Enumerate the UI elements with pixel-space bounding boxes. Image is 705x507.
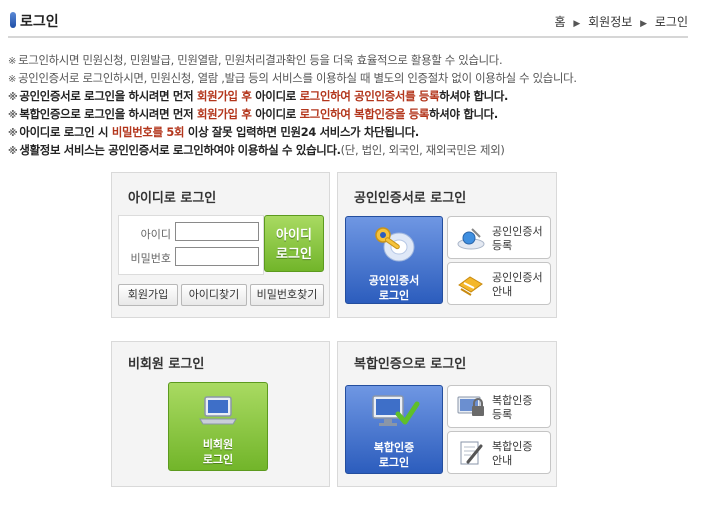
- notice-item: ※ 아이디로 로그인 시 비밀번호를 5회 이상 잘못 입력하면 민원24 서비스…: [8, 125, 419, 139]
- multi-guide-button[interactable]: 복합인증 안내: [447, 431, 551, 474]
- note-mark-icon: ※: [8, 128, 18, 139]
- note-mark-icon: ※: [8, 110, 18, 121]
- notice-item: ※ 공인인증서로 로그인하시면, 민원신청, 열람 ,발급 등의 서비스를 이용하…: [8, 71, 577, 85]
- notice-item: ※ 로그인하시면 민원신청, 민원발급, 민원열람, 민원처리결과확인 등을 더욱…: [8, 53, 503, 67]
- cert-login-button[interactable]: 공인인증서 로그인: [345, 216, 443, 304]
- title-marker-icon: [10, 12, 16, 28]
- notice-item: ※ 복합인증으로 로그인을 하시려면 먼저 회원가입 후 아이디로 로그인하여 복…: [8, 107, 498, 121]
- note-mark-icon: ※: [8, 56, 17, 67]
- breadcrumb: 홈 ▶ 회원정보 ▶ 로그인: [555, 13, 689, 30]
- join-button[interactable]: 회원가입: [118, 284, 178, 306]
- cert-login-panel: 공인인증서로 로그인 공인인증서 로그인 공인인증서 등록 공인인증서 안내: [337, 172, 557, 318]
- multi-login-panel: 복합인증으로 로그인 복합인증 로그인 복합인증 등록 복합인증 안내: [337, 341, 557, 487]
- id-label: 아이디: [140, 228, 171, 241]
- page-title: 로그인: [20, 14, 59, 30]
- guest-login-button[interactable]: 비회원 로그인: [168, 382, 268, 471]
- certificate-guide-icon: [458, 276, 483, 296]
- guest-login-title: 비회원 로그인: [128, 357, 205, 372]
- notice-item: ※ 공인인증서로 로그인을 하시려면 먼저 회원가입 후 아이디로 로그인하여 공…: [8, 89, 509, 103]
- breadcrumb-home[interactable]: 홈: [555, 13, 566, 30]
- breadcrumb-member-info[interactable]: 회원정보: [588, 13, 632, 30]
- laptop-icon: [199, 396, 237, 425]
- multi-login-button[interactable]: 복합인증 로그인: [345, 385, 443, 474]
- note-mark-icon: ※: [8, 92, 18, 103]
- cert-login-title: 공인인증서로 로그인: [354, 191, 467, 206]
- id-login-form: 아이디 비밀번호: [118, 215, 264, 275]
- breadcrumb-current: 로그인: [654, 15, 688, 29]
- password-label: 비밀번호: [130, 252, 171, 265]
- lock-monitor-icon: [457, 396, 484, 416]
- cert-guide-button[interactable]: 공인인증서 안내: [447, 262, 551, 305]
- certificate-register-icon: [457, 228, 485, 250]
- multi-register-button[interactable]: 복합인증 등록: [447, 385, 551, 428]
- multi-login-title: 복합인증으로 로그인: [354, 357, 467, 372]
- notice-item: ※ 생활정보 서비스는 공인인증서로 로그인하여야 이용하실 수 있습니다.(단,…: [8, 143, 505, 157]
- monitor-check-icon: [372, 395, 420, 426]
- guest-login-panel: 비회원 로그인 비회원 로그인: [111, 341, 330, 487]
- page-header: 로그인 홈 ▶ 회원정보 ▶ 로그인: [8, 8, 688, 38]
- id-login-title: 아이디로 로그인: [128, 191, 217, 206]
- id-login-panel: 아이디로 로그인 아이디 비밀번호 아이디 로그인 회원가입 아이디찾기 비밀번…: [111, 172, 330, 318]
- password-input[interactable]: [175, 247, 259, 266]
- breadcrumb-separator-icon: ▶: [573, 19, 581, 29]
- certificate-disk-icon: [375, 227, 415, 262]
- notice-list: ※ 로그인하시면 민원신청, 민원발급, 민원열람, 민원처리결과확인 등을 더욱…: [8, 51, 698, 159]
- find-password-button[interactable]: 비밀번호찾기: [250, 284, 324, 306]
- note-mark-icon: ※: [8, 74, 17, 85]
- document-pen-icon: [460, 441, 483, 465]
- id-input[interactable]: [175, 222, 259, 241]
- cert-register-button[interactable]: 공인인증서 등록: [447, 216, 551, 259]
- id-login-button[interactable]: 아이디 로그인: [264, 215, 324, 272]
- find-id-button[interactable]: 아이디찾기: [181, 284, 247, 306]
- breadcrumb-separator-icon: ▶: [640, 19, 648, 29]
- note-mark-icon: ※: [8, 146, 18, 157]
